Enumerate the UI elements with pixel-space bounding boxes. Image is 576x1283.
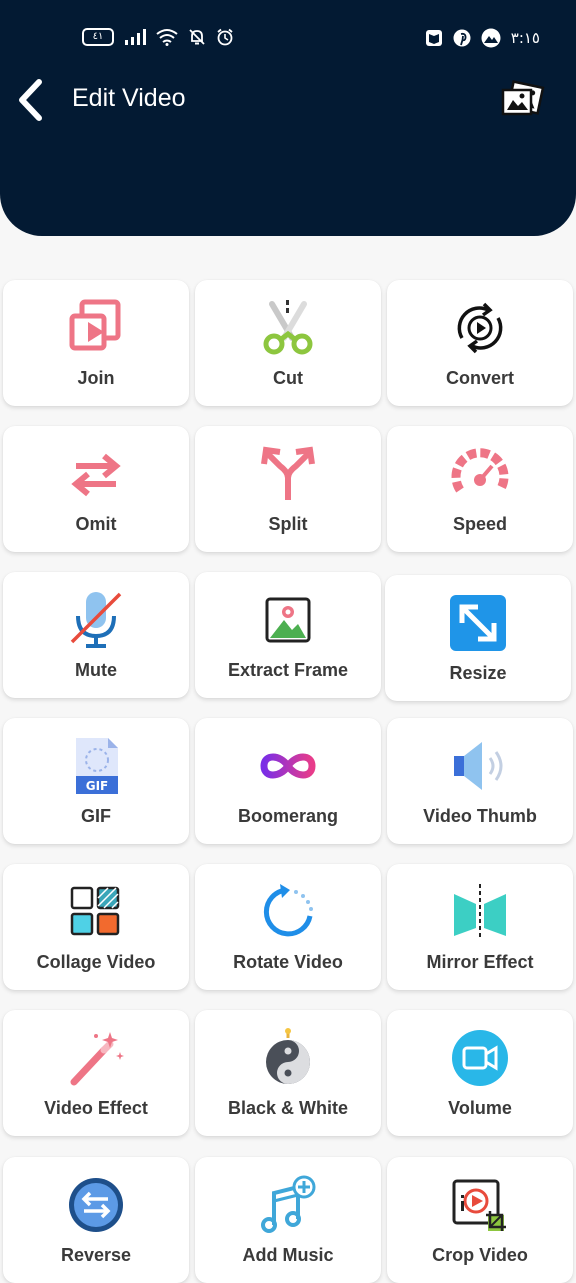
tool-collage-video-button[interactable]: Collage Video: [3, 864, 189, 990]
tool-video-thumb-button[interactable]: Video Thumb: [387, 718, 573, 844]
tool-label: Omit: [75, 514, 117, 534]
tool-label: Volume: [448, 1098, 512, 1118]
bell-off-icon: [189, 29, 205, 45]
convert-icon: [450, 298, 510, 358]
muted-microphone-icon: [66, 590, 126, 650]
tool-label: GIF: [81, 806, 111, 826]
tool-label: Resize: [449, 663, 507, 683]
tool-label: Add Music: [242, 1245, 334, 1265]
tool-boomerang-button[interactable]: Boomerang: [195, 718, 381, 844]
alarm-icon: [217, 28, 233, 46]
book-notification-icon: [425, 30, 442, 46]
battery-indicator: ٤١: [82, 28, 114, 46]
speaker-icon: [450, 736, 510, 796]
tool-convert-button[interactable]: Convert: [387, 280, 573, 406]
gallery-button[interactable]: [500, 78, 546, 122]
tool-resize-button[interactable]: Resize: [385, 575, 571, 701]
tool-reverse-button[interactable]: Reverse: [3, 1157, 189, 1283]
infinity-icon: [258, 736, 318, 796]
collage-grid-icon: [66, 882, 126, 942]
tool-label: Join: [77, 368, 115, 388]
music-note-plus-icon: [258, 1175, 318, 1235]
tool-black-and-white-button[interactable]: Black & White: [195, 1010, 381, 1136]
tool-label: Cut: [273, 368, 303, 388]
tool-label: Collage Video: [36, 952, 156, 972]
tool-label: Boomerang: [237, 806, 338, 826]
tool-label: Video Thumb: [423, 806, 537, 826]
tool-omit-button[interactable]: Omit: [3, 426, 189, 552]
tool-rotate-video-button[interactable]: Rotate Video: [195, 864, 381, 990]
tool-label: Crop Video: [432, 1245, 528, 1265]
tool-gif-button[interactable]: GIF GIF: [3, 718, 189, 844]
tool-speed-button[interactable]: Speed: [387, 426, 573, 552]
tool-label: Video Effect: [44, 1098, 148, 1118]
signal-icon: [125, 29, 146, 45]
tool-label: Mute: [75, 660, 117, 680]
tool-split-button[interactable]: Split: [195, 426, 381, 552]
tool-mute-button[interactable]: Mute: [3, 572, 189, 698]
photo-gallery-icon: [501, 80, 545, 116]
tool-extract-frame-button[interactable]: Extract Frame: [195, 572, 381, 698]
tool-crop-video-button[interactable]: Crop Video: [387, 1157, 573, 1283]
reverse-arrows-icon: [66, 1175, 126, 1235]
tool-label: Extract Frame: [227, 660, 349, 680]
tool-video-effect-button[interactable]: Video Effect: [3, 1010, 189, 1136]
chevron-left-icon: [19, 79, 42, 121]
tool-join-button[interactable]: Join: [3, 280, 189, 406]
join-icon: [66, 298, 126, 358]
crop-video-icon: [450, 1175, 510, 1235]
split-arrows-icon: [258, 444, 318, 504]
app-header: ٤١ ٣:١٥ Edit Video: [0, 0, 576, 236]
status-bar: ٤١ ٣:١٥: [0, 24, 576, 54]
page-title: Edit Video: [72, 84, 186, 112]
tool-add-music-button[interactable]: Add Music: [195, 1157, 381, 1283]
tool-label: Black & White: [227, 1098, 349, 1118]
svg-text:GIF: GIF: [86, 779, 109, 793]
gif-file-icon: GIF: [66, 736, 126, 796]
omit-arrows-icon: [66, 444, 126, 504]
pinterest-icon: [453, 29, 471, 47]
speedometer-icon: [450, 444, 510, 504]
picture-frame-icon: [258, 590, 318, 650]
tool-label: Convert: [445, 368, 514, 388]
yin-yang-bomb-icon: [258, 1028, 318, 1088]
resize-arrows-icon: [448, 593, 508, 653]
tool-mirror-effect-button[interactable]: Mirror Effect: [387, 864, 573, 990]
tool-volume-button[interactable]: Volume: [387, 1010, 573, 1136]
tool-label: Mirror Effect: [426, 952, 534, 972]
video-camera-icon: [450, 1028, 510, 1088]
clock: ٣:١٥: [510, 29, 540, 47]
tool-cut-button[interactable]: Cut: [195, 280, 381, 406]
magic-wand-icon: [66, 1028, 126, 1088]
wifi-icon: [156, 29, 178, 46]
scissors-icon: [258, 298, 318, 358]
tool-label: Rotate Video: [233, 952, 343, 972]
tool-label: Speed: [452, 514, 508, 534]
rotate-icon: [258, 882, 318, 942]
gallery-notification-icon: [481, 28, 501, 48]
mirror-icon: [450, 882, 510, 942]
back-button[interactable]: [12, 78, 52, 122]
tool-label: Split: [268, 514, 308, 534]
tool-label: Reverse: [60, 1245, 132, 1265]
